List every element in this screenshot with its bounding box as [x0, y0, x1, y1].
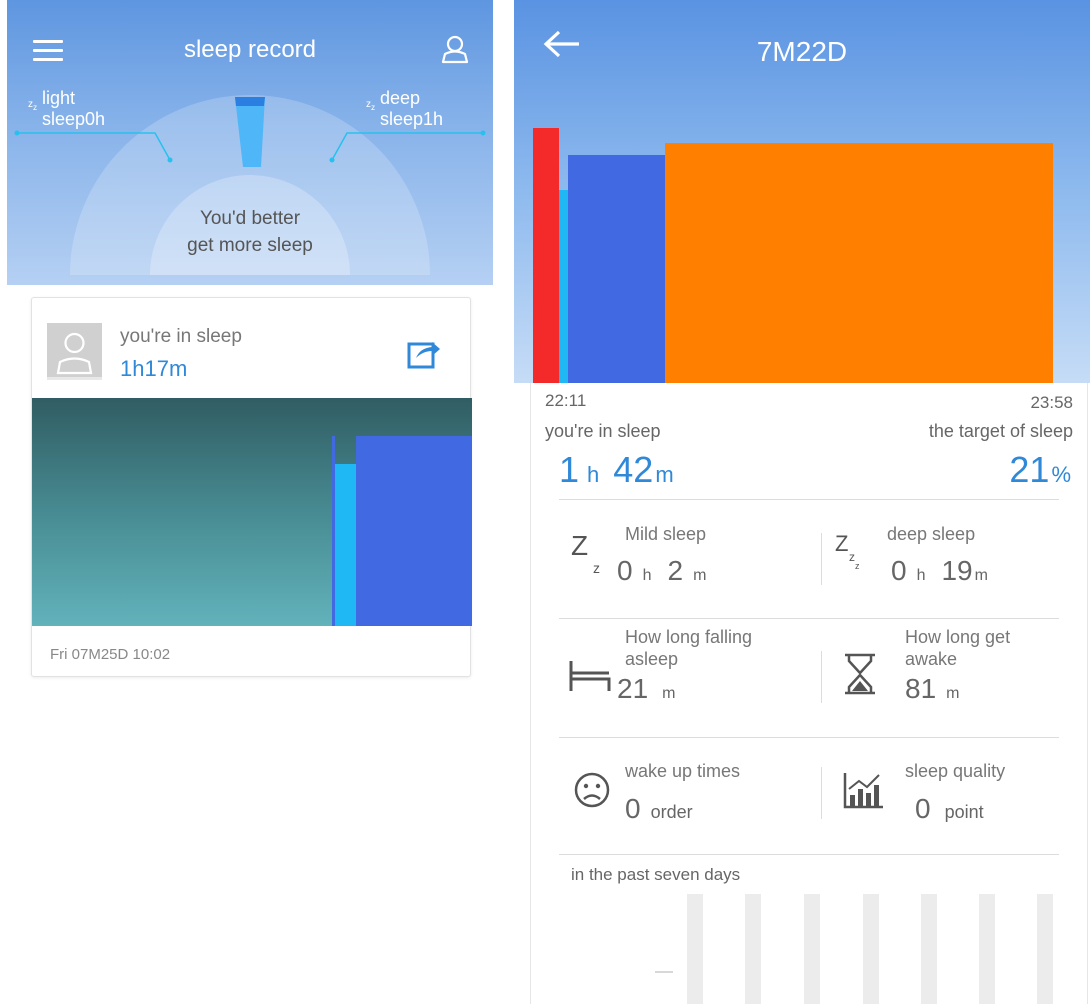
- get-awake-label: How long get awake: [905, 627, 1011, 669]
- falling-asleep-value: 21 m: [617, 673, 676, 704]
- divider: [821, 767, 822, 819]
- card-label: you're in sleep: [120, 326, 242, 347]
- mild-sleep-value: 0h2m: [617, 555, 707, 586]
- page-title: 7M22D: [756, 36, 848, 67]
- divider: [821, 651, 822, 703]
- zz-icon: Z z z: [835, 531, 860, 571]
- right-header: 7M22D: [514, 0, 1090, 383]
- target-label: the target of sleep: [928, 421, 1073, 441]
- sleep-card[interactable]: you're in sleep 1h17m Fri 07M25D 10:02: [31, 297, 472, 677]
- week-baseline: [655, 971, 673, 973]
- sleep-label: you're in sleep: [545, 421, 661, 441]
- left-header: sleep record zz light sleep0h zz deep sl…: [7, 0, 493, 285]
- card-sleep-chart: [32, 398, 472, 626]
- divider: [559, 499, 1059, 500]
- svg-text:z: z: [593, 560, 600, 575]
- divider: [559, 618, 1059, 619]
- svg-text:z: z: [855, 561, 860, 571]
- deep-sleep-value: 0 h 19 m: [891, 555, 988, 586]
- week-label: in the past seven days: [571, 865, 741, 884]
- light-sleep-bar: [335, 464, 356, 626]
- mild-sleep-label: Mild sleep: [625, 524, 707, 544]
- hourglass-icon: [845, 653, 875, 695]
- divider: [821, 533, 822, 585]
- sleep-quality-label: sleep quality: [905, 761, 1006, 781]
- get-awake-value: 81 m: [905, 673, 960, 704]
- week-bar: [979, 894, 995, 1004]
- target-value: 21%: [1009, 449, 1071, 490]
- wake-up-times-label: wake up times: [625, 761, 741, 781]
- share-icon[interactable]: [406, 336, 442, 370]
- zz-icon: zz: [28, 99, 38, 112]
- sleep-details: 22:11 23:58 you're in sleep the target o…: [530, 383, 1088, 1004]
- deep-sleep-bar: [568, 155, 665, 383]
- card-date: Fri 07M25D 10:02: [50, 646, 171, 663]
- time-start: 22:11: [545, 391, 587, 410]
- dial-message: You'd better get more sleep: [187, 208, 313, 256]
- light-sleep-label: zz light sleep0h: [28, 88, 106, 129]
- sleep-duration: 1 h 42m: [559, 449, 674, 490]
- avatar: [47, 323, 102, 380]
- chart-icon: [843, 773, 883, 809]
- awake-bar: [533, 128, 559, 383]
- divider: [559, 737, 1059, 738]
- week-bar: [863, 894, 879, 1004]
- falling-asleep-label: How long falling asleep: [625, 627, 753, 669]
- deep-sleep-label: deep sleep: [887, 524, 976, 544]
- svg-text:Z: Z: [835, 531, 848, 556]
- week-bar: [804, 894, 820, 1004]
- svg-text:Z: Z: [571, 530, 588, 561]
- time-end: 23:58: [1030, 393, 1073, 412]
- sad-face-icon: [574, 772, 610, 808]
- light-sleep-bar: [559, 190, 568, 383]
- week-bar: [1037, 894, 1053, 1004]
- card-value: 1h17m: [120, 356, 188, 381]
- awake-bar: [665, 143, 1053, 383]
- deep-sleep-bar: [356, 436, 472, 626]
- deep-sleep-label: zz deep sleep1h: [366, 88, 444, 129]
- wake-up-times-value: 0 order: [625, 793, 693, 824]
- week-bar: [921, 894, 937, 1004]
- week-bar: [687, 894, 703, 1004]
- zz-icon: zz: [366, 99, 376, 112]
- divider: [559, 854, 1059, 855]
- sleep-quality-value: 0 point: [915, 793, 984, 824]
- week-bar: [745, 894, 761, 1004]
- bed-icon: [569, 661, 611, 691]
- zz-icon: Z z: [571, 530, 600, 575]
- day-detail-screen: 7M22D 22:11 23:58 you're in sleep the ta…: [514, 0, 1090, 1004]
- sleep-record-screen: sleep record zz light sleep0h zz deep sl…: [7, 0, 493, 1004]
